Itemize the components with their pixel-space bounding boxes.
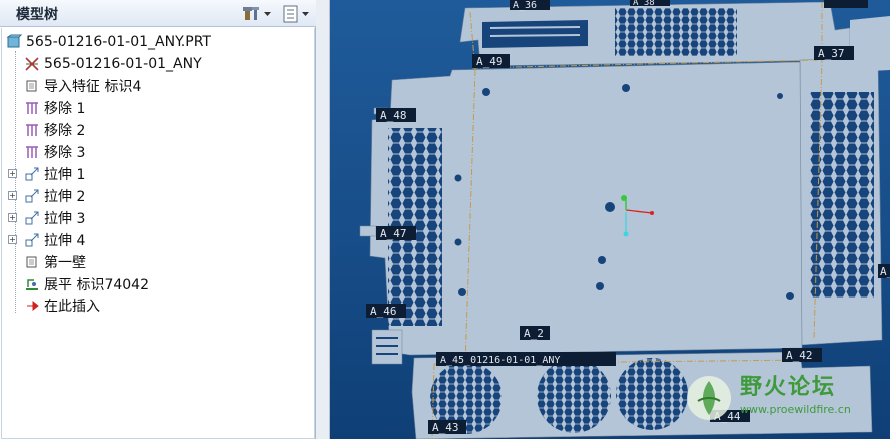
model-tree-title: 模型树 <box>16 7 58 23</box>
tree-item-extrude-1[interactable]: 拉伸 1 <box>23 164 85 184</box>
tree-item-flatten[interactable]: 展平 标识74042 <box>23 274 149 294</box>
remove-feature-icon <box>23 143 41 161</box>
extrude-icon <box>23 231 41 249</box>
tree-item-label: 移除 1 <box>44 101 86 117</box>
expand-toggle[interactable]: + <box>8 213 17 222</box>
extrude-icon <box>23 187 41 205</box>
forum-watermark: 野火论坛 www.proewildfire.cn <box>682 365 882 431</box>
app-window: 模型树 565-01216-01-01_ANY.PRT 565-01216-01… <box>0 0 890 439</box>
flame-logo-icon <box>687 376 731 420</box>
model-tree: 565-01216-01-01_ANY.PRT 565-01216-01-01_… <box>1 28 315 439</box>
datum-label: A_43 <box>432 421 459 434</box>
tree-connector <box>15 51 16 313</box>
tools-icon <box>243 6 259 20</box>
flatten-icon <box>23 275 41 293</box>
tree-item-extrude-4[interactable]: 拉伸 4 <box>23 230 85 250</box>
expand-toggle[interactable]: + <box>8 235 17 244</box>
list-icon <box>283 5 298 22</box>
datum-label: A_45_01216-01-01_ANY <box>440 355 560 366</box>
model-tree-header: 模型树 <box>0 0 316 27</box>
datum-label: A_36 <box>513 0 537 11</box>
datum-label: A_46 <box>370 305 397 318</box>
part-icon <box>5 33 23 51</box>
chevron-down-icon <box>302 11 309 16</box>
expand-toggle[interactable]: + <box>8 169 17 178</box>
datum-label: A_49 <box>476 55 503 68</box>
tree-item-datum[interactable]: 565-01216-01-01_ANY <box>23 54 202 74</box>
datum-label: A_37 <box>818 47 845 60</box>
tree-item-label: 拉伸 4 <box>44 233 86 249</box>
datum-label: A_38 <box>633 0 655 8</box>
tree-item-extrude-3[interactable]: 拉伸 3 <box>23 208 85 228</box>
import-feature-icon <box>23 77 41 95</box>
tree-item-label: 565-01216-01-01_ANY.PRT <box>26 34 211 50</box>
watermark-url: www.proewildfire.cn <box>740 403 851 416</box>
expand-toggle[interactable]: + <box>8 191 17 200</box>
tree-item-label: 移除 2 <box>44 123 86 139</box>
tree-item-insert-here[interactable]: 在此插入 <box>23 296 100 316</box>
tree-item-label: 拉伸 3 <box>44 211 86 227</box>
model-tree-panel: 模型树 565-01216-01-01_ANY.PRT 565-01216-01… <box>0 0 316 439</box>
remove-feature-icon <box>23 99 41 117</box>
tree-item-label: 565-01216-01-01_ANY <box>44 56 202 72</box>
extrude-icon <box>23 165 41 183</box>
tree-item-part[interactable]: 565-01216-01-01_ANY.PRT <box>5 32 211 52</box>
datum-label: A_42 <box>786 349 813 362</box>
tree-item-label: 展平 标识74042 <box>44 277 149 293</box>
tree-show-button[interactable] <box>282 3 309 24</box>
tree-item-remove-1[interactable]: 移除 1 <box>23 98 85 118</box>
tree-item-remove-3[interactable]: 移除 3 <box>23 142 85 162</box>
datum-label: A_2 <box>524 327 544 340</box>
tree-item-extrude-2[interactable]: 拉伸 2 <box>23 186 85 206</box>
graphics-viewport[interactable]: A_36 A_38 A_49 A_37 A_48 A_47 A_46 A_2 A… <box>330 0 890 439</box>
tree-item-label: 拉伸 2 <box>44 189 86 205</box>
right-flange <box>799 16 890 346</box>
watermark-title: 野火论坛 <box>740 375 837 400</box>
tree-item-label: 导入特征 标识4 <box>44 79 142 95</box>
datum-label: A_47 <box>380 227 407 240</box>
main-plate <box>359 61 803 356</box>
tree-item-remove-2[interactable]: 移除 2 <box>23 120 85 140</box>
tree-settings-button[interactable] <box>242 3 271 24</box>
top-flange <box>459 1 851 67</box>
extrude-icon <box>23 209 41 227</box>
chevron-down-icon <box>264 11 271 16</box>
tree-item-label: 在此插入 <box>44 299 100 315</box>
tree-item-label: 拉伸 1 <box>44 167 86 183</box>
datum-label: A_3 <box>880 265 890 278</box>
datum-label: A_48 <box>380 109 407 122</box>
tree-item-import-feature[interactable]: 导入特征 标识4 <box>23 76 141 96</box>
tree-item-label: 移除 3 <box>44 145 86 161</box>
insert-here-arrow-icon <box>23 297 41 315</box>
first-wall-icon <box>23 253 41 271</box>
panel-splitter[interactable] <box>316 0 330 439</box>
remove-feature-icon <box>23 121 41 139</box>
tree-item-label: 第一壁 <box>44 255 86 271</box>
sheetmetal-datum-icon <box>23 55 41 73</box>
tree-item-first-wall[interactable]: 第一壁 <box>23 252 86 272</box>
